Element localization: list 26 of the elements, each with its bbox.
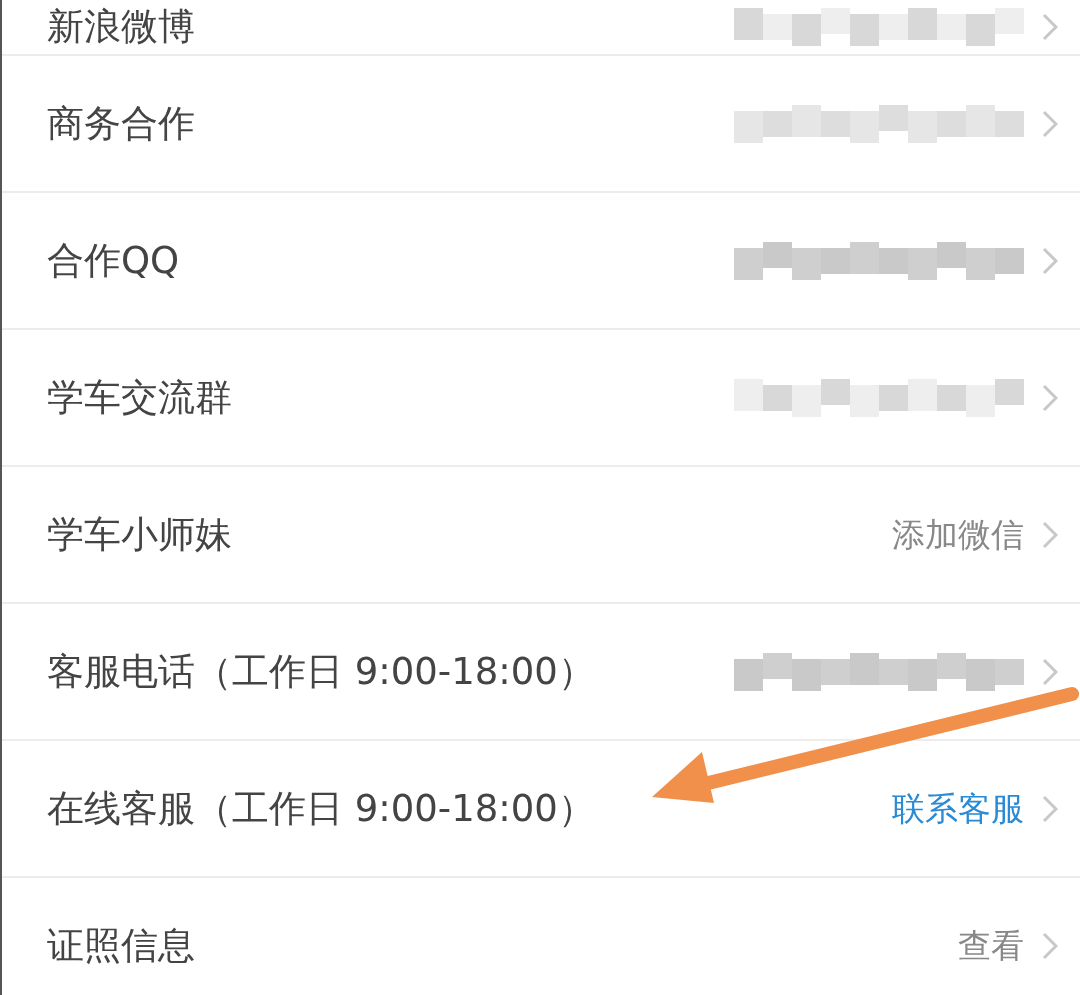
chevron-icon <box>1042 794 1058 823</box>
list-row[interactable]: 商务合作 <box>2 56 1080 193</box>
row-label: 学车小师妹 <box>47 511 232 558</box>
list-row[interactable]: 合作QQ <box>2 193 1080 330</box>
row-label: 合作QQ <box>47 237 180 284</box>
chevron-icon <box>1042 657 1058 686</box>
chevron-icon <box>1042 109 1058 138</box>
chevron-icon <box>1042 931 1058 960</box>
chevron-icon <box>1042 246 1058 275</box>
row-label: 客服电话（工作日 9:00-18:00） <box>47 648 595 695</box>
list-row[interactable]: 新浪微博 <box>2 0 1080 56</box>
row-label: 在线客服（工作日 9:00-18:00） <box>47 785 595 832</box>
row-value: 查看 <box>958 924 1024 967</box>
list-row[interactable]: 学车交流群 <box>2 330 1080 467</box>
row-label: 证照信息 <box>47 922 195 969</box>
row-label: 新浪微博 <box>47 6 195 48</box>
chevron-icon <box>1042 520 1058 549</box>
list-row[interactable]: 证照信息 查看 <box>2 878 1080 995</box>
row-value: 添加微信 <box>892 513 1024 556</box>
row-label: 学车交流群 <box>47 374 232 421</box>
list-row[interactable]: 客服电话（工作日 9:00-18:00） <box>2 604 1080 741</box>
chevron-icon <box>1042 13 1058 41</box>
contact-link[interactable]: 联系客服 <box>892 783 1024 834</box>
chevron-icon <box>1042 383 1058 412</box>
row-label: 商务合作 <box>47 100 195 147</box>
list-row[interactable]: 学车小师妹 添加微信 <box>2 467 1080 604</box>
